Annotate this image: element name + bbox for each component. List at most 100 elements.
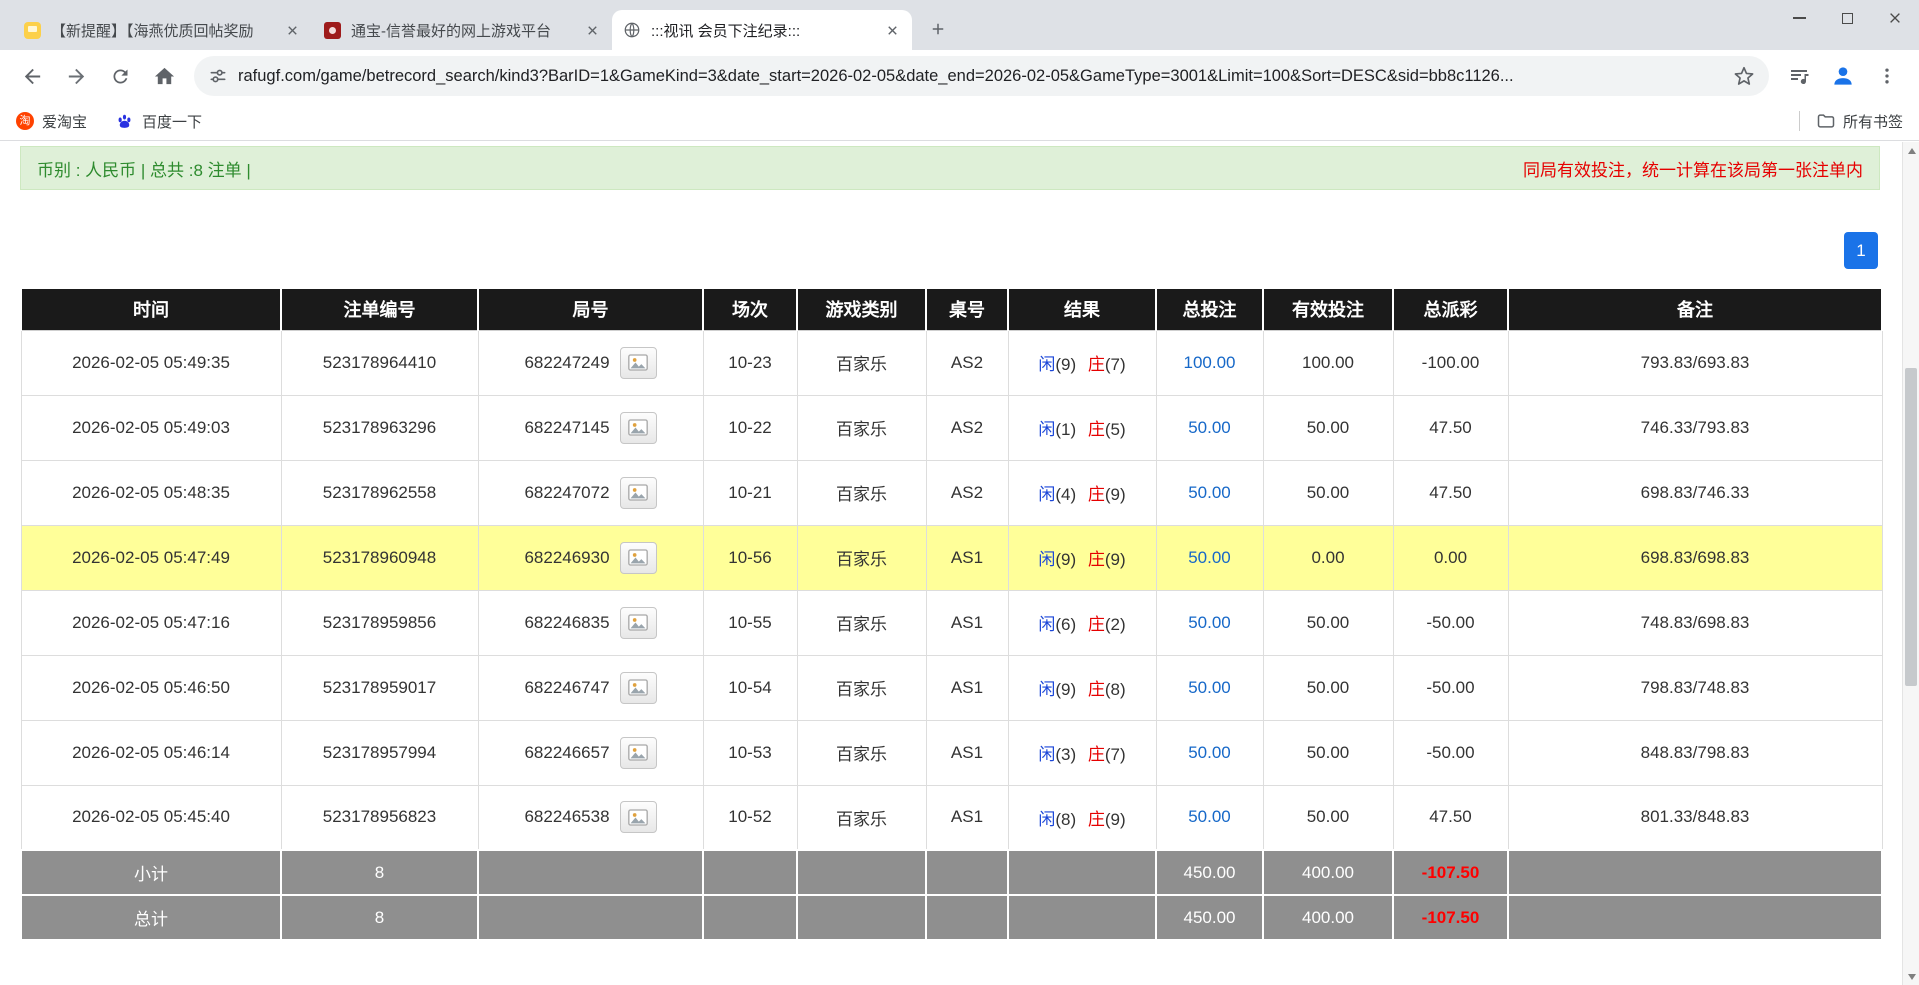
total-bet-link[interactable]: 50.00 [1188, 743, 1231, 762]
table-row: 2026-02-05 05:49:03 523178963296 6822471… [20, 394, 1883, 461]
view-result-image-button[interactable] [619, 541, 657, 574]
col-header-total-bet: 总投注 [1155, 287, 1264, 331]
scrollbar-thumb[interactable] [1905, 368, 1917, 686]
bookmark-baidu[interactable]: 百度一下 [115, 111, 202, 132]
cell-note: 798.83/748.83 [1507, 654, 1883, 721]
page-1-button[interactable]: 1 [1844, 232, 1878, 269]
cell-round: 682246747 [477, 654, 704, 721]
close-button[interactable] [1871, 0, 1919, 36]
cell-valid-bet: 50.00 [1262, 784, 1394, 851]
cell-result: 闲(4) 庄(9) [1007, 459, 1157, 526]
tab-2-close-icon[interactable] [582, 20, 602, 40]
view-result-image-button[interactable] [619, 671, 657, 704]
cell-round: 682246835 [477, 589, 704, 656]
round-number: 682246835 [524, 612, 610, 632]
cell-total-bet: 50.00 [1155, 784, 1264, 851]
media-controls-button[interactable] [1778, 55, 1820, 97]
globe-icon [622, 20, 642, 40]
media-controls-icon [1791, 70, 1809, 85]
site-info-icon[interactable] [208, 66, 228, 86]
total-bet-link[interactable]: 50.00 [1188, 807, 1231, 826]
cell-round: 682247249 [477, 329, 704, 396]
cell-game-type: 百家乐 [796, 524, 927, 591]
tab-2[interactable]: 通宝-信誉最好的网上游戏平台 [312, 10, 612, 50]
bookmarks-bar: 淘 爱淘宝 百度一下 所有书签 [0, 102, 1919, 141]
tab-1-close-icon[interactable] [282, 20, 302, 40]
round-number: 682247249 [524, 352, 610, 372]
bookmark-star-button[interactable] [1733, 65, 1755, 87]
view-result-image-button[interactable] [619, 476, 657, 509]
image-icon [628, 354, 648, 371]
tab-strip: 【新提醒】【海燕优质回帖奖励 通宝-信誉最好的网上游戏平台 :::视讯 会员下注… [0, 0, 1919, 50]
view-result-image-button[interactable] [619, 801, 657, 834]
tab-2-favicon [322, 20, 342, 40]
cell-time: 2026-02-05 05:47:49 [20, 524, 282, 591]
new-tab-button[interactable] [922, 13, 954, 45]
view-result-image-button[interactable] [619, 346, 657, 379]
profile-avatar-button[interactable] [1822, 55, 1864, 97]
total-bet-link[interactable]: 50.00 [1188, 613, 1231, 632]
tab-3-close-icon[interactable] [882, 20, 902, 40]
cell-result: 闲(1) 庄(5) [1007, 394, 1157, 461]
banker-result: 庄(9) [1087, 550, 1126, 569]
minimize-button[interactable] [1775, 0, 1823, 36]
scroll-up-arrow[interactable] [1903, 142, 1919, 159]
total-bet-link[interactable]: 50.00 [1188, 548, 1231, 567]
total-bet-link[interactable]: 50.00 [1188, 678, 1231, 697]
footer-empty-cell [796, 849, 927, 896]
cell-time: 2026-02-05 05:49:35 [20, 329, 282, 396]
reload-button[interactable] [99, 55, 141, 97]
cell-table-no: AS1 [925, 524, 1009, 591]
back-button[interactable] [11, 55, 53, 97]
cell-game-type: 百家乐 [796, 394, 927, 461]
maximize-button[interactable] [1823, 0, 1871, 36]
view-result-image-button[interactable] [619, 606, 657, 639]
cell-total-bet: 50.00 [1155, 394, 1264, 461]
cell-bet-id: 523178962558 [280, 459, 479, 526]
navigation-bar: rafugf.com/game/betrecord_search/kind3?B… [0, 50, 1919, 102]
tab-3-active[interactable]: :::视讯 会员下注纪录::: [612, 10, 912, 50]
footer-empty-cell [702, 894, 798, 941]
three-dot-menu-icon [1885, 68, 1889, 84]
view-result-image-button[interactable] [619, 411, 657, 444]
cell-game-type: 百家乐 [796, 784, 927, 851]
cell-time: 2026-02-05 05:48:35 [20, 459, 282, 526]
cell-valid-bet: 50.00 [1262, 589, 1394, 656]
cell-result: 闲(6) 庄(2) [1007, 589, 1157, 656]
view-result-image-button[interactable] [619, 736, 657, 769]
url-text[interactable]: rafugf.com/game/betrecord_search/kind3?B… [238, 67, 1723, 86]
table-body: 2026-02-05 05:49:35 523178964410 6822472… [20, 329, 1883, 851]
address-bar[interactable]: rafugf.com/game/betrecord_search/kind3?B… [194, 56, 1769, 96]
scroll-down-arrow[interactable] [1903, 968, 1919, 985]
cell-session: 10-55 [702, 589, 798, 656]
cell-time: 2026-02-05 05:49:03 [20, 394, 282, 461]
subtotal-row: 小计 8 450.00 400.00 -107.50 [20, 849, 1883, 896]
home-button[interactable] [143, 55, 185, 97]
cell-bet-id: 523178963296 [280, 394, 479, 461]
table-header-row: 时间 注单编号 局号 场次 游戏类别 桌号 结果 总投注 有效投注 总派彩 备注 [20, 287, 1883, 331]
total-bet-link[interactable]: 50.00 [1188, 418, 1231, 437]
cell-result: 闲(9) 庄(8) [1007, 654, 1157, 721]
all-bookmarks-button[interactable]: 所有书签 [1816, 111, 1903, 132]
total-label: 总计 [20, 894, 282, 941]
all-bookmarks-label: 所有书签 [1842, 113, 1903, 131]
back-icon [24, 68, 40, 84]
banker-result: 庄(7) [1087, 355, 1126, 374]
star-icon [1734, 66, 1754, 85]
cell-game-type: 百家乐 [796, 589, 927, 656]
table-row: 2026-02-05 05:47:16 523178959856 6822468… [20, 589, 1883, 656]
total-count: 8 [280, 894, 479, 941]
vertical-scrollbar[interactable] [1902, 142, 1919, 985]
round-number: 682246747 [524, 677, 610, 697]
total-bet-link[interactable]: 100.00 [1184, 353, 1236, 372]
bookmark-aitaobao[interactable]: 淘 爱淘宝 [16, 111, 87, 132]
browser-menu-button[interactable] [1866, 55, 1908, 97]
total-bet-link[interactable]: 50.00 [1188, 483, 1231, 502]
tab-1[interactable]: 【新提醒】【海燕优质回帖奖励 [12, 10, 312, 50]
yellow-favicon-icon [23, 21, 41, 39]
footer-empty-cell [1507, 894, 1883, 941]
red-favicon-icon [323, 21, 341, 39]
baidu-paw-icon [115, 112, 134, 131]
cell-total-bet: 50.00 [1155, 654, 1264, 721]
forward-button[interactable] [55, 55, 97, 97]
